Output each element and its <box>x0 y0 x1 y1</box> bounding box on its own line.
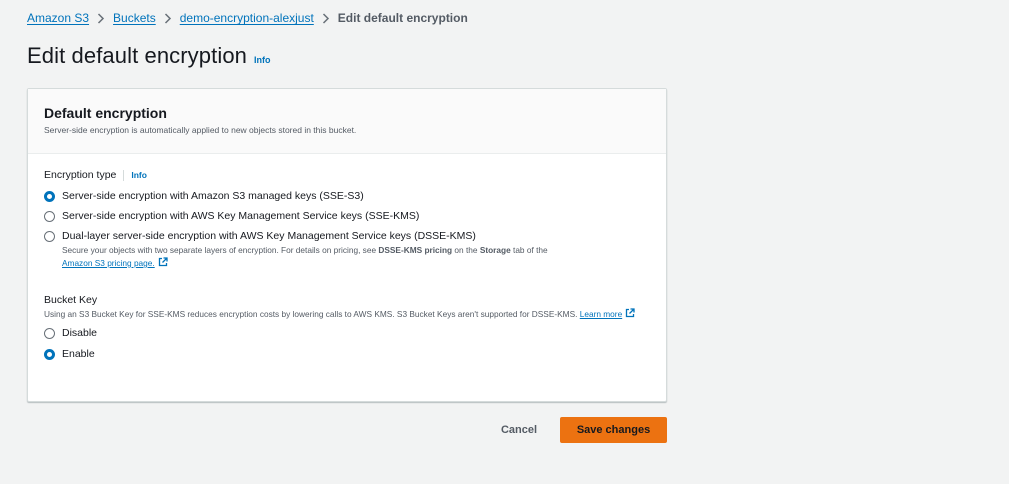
radio-option-disable[interactable]: Disable <box>44 327 650 340</box>
label-divider <box>123 169 125 181</box>
breadcrumb: Amazon S3 Buckets demo-encryption-alexju… <box>27 10 468 26</box>
radio-option-dsse-kms[interactable]: Dual-layer server-side encryption with A… <box>44 230 650 270</box>
page: Amazon S3 Buckets demo-encryption-alexju… <box>0 0 1009 484</box>
chevron-right-icon <box>156 10 180 26</box>
radio-option-sse-s3[interactable]: Server-side encryption with Amazon S3 ma… <box>44 190 650 203</box>
radio-label-enable: Enable <box>62 348 95 360</box>
bucket-key-description: Using an S3 Bucket Key for SSE-KMS reduc… <box>44 308 644 321</box>
breadcrumb-current: Edit default encryption <box>337 11 468 25</box>
dsse-desc-text: tab of the <box>510 245 548 255</box>
radio-label-dsse-kms: Dual-layer server-side encryption with A… <box>62 230 476 242</box>
radio-button-sse-s3[interactable] <box>44 191 55 202</box>
chevron-right-icon <box>89 10 113 26</box>
cancel-button[interactable]: Cancel <box>496 417 542 443</box>
encryption-type-info-link[interactable]: Info <box>131 170 147 180</box>
breadcrumb-bucket-name[interactable]: demo-encryption-alexjust <box>180 11 314 25</box>
chevron-right-icon <box>314 10 338 26</box>
radio-label-sse-kms: Server-side encryption with AWS Key Mana… <box>62 210 420 222</box>
breadcrumb-amazon-s3[interactable]: Amazon S3 <box>27 11 89 25</box>
radio-option-enable[interactable]: Enable <box>44 348 650 361</box>
default-encryption-panel: Default encryption Server-side encryptio… <box>27 88 667 402</box>
bucket-key-label: Bucket Key <box>44 294 98 306</box>
bucket-key-section: Bucket Key Using an S3 Bucket Key for SS… <box>44 294 650 361</box>
radio-label-disable: Disable <box>62 327 98 339</box>
external-link-icon[interactable] <box>158 257 168 267</box>
dsse-storage-bold: Storage <box>479 245 511 255</box>
radio-button-enable[interactable] <box>44 349 55 360</box>
radio-button-sse-kms[interactable] <box>44 211 55 222</box>
dsse-pricing-bold: DSSE-KMS pricing <box>378 245 453 255</box>
panel-body: Encryption type Info Server-side encrypt… <box>28 154 666 361</box>
panel-header: Default encryption Server-side encryptio… <box>28 89 666 154</box>
save-changes-button[interactable]: Save changes <box>560 417 667 443</box>
page-header: Edit default encryption Info <box>27 43 271 69</box>
encryption-type-label: Encryption type <box>44 169 117 181</box>
radio-label-sse-s3: Server-side encryption with Amazon S3 ma… <box>62 190 364 202</box>
pricing-page-link[interactable]: Amazon S3 pricing page. <box>62 258 155 268</box>
radio-button-disable[interactable] <box>44 328 55 339</box>
dsse-kms-description: Secure your objects with two separate la… <box>62 244 548 270</box>
bucket-key-desc-text: Using an S3 Bucket Key for SSE-KMS reduc… <box>44 309 578 319</box>
panel-description: Server-side encryption is automatically … <box>44 125 357 135</box>
page-info-link[interactable]: Info <box>254 55 271 65</box>
dsse-desc-text: on the <box>452 245 480 255</box>
external-link-icon[interactable] <box>625 308 635 318</box>
panel-title: Default encryption <box>44 105 167 121</box>
page-title: Edit default encryption <box>27 43 247 68</box>
encryption-type-label-row: Encryption type Info <box>44 168 650 182</box>
breadcrumb-buckets[interactable]: Buckets <box>113 11 156 25</box>
radio-option-sse-kms[interactable]: Server-side encryption with AWS Key Mana… <box>44 210 650 223</box>
radio-button-dsse-kms[interactable] <box>44 231 55 242</box>
dsse-desc-text: Secure your objects with two separate la… <box>62 245 379 255</box>
learn-more-link[interactable]: Learn more <box>580 309 622 319</box>
